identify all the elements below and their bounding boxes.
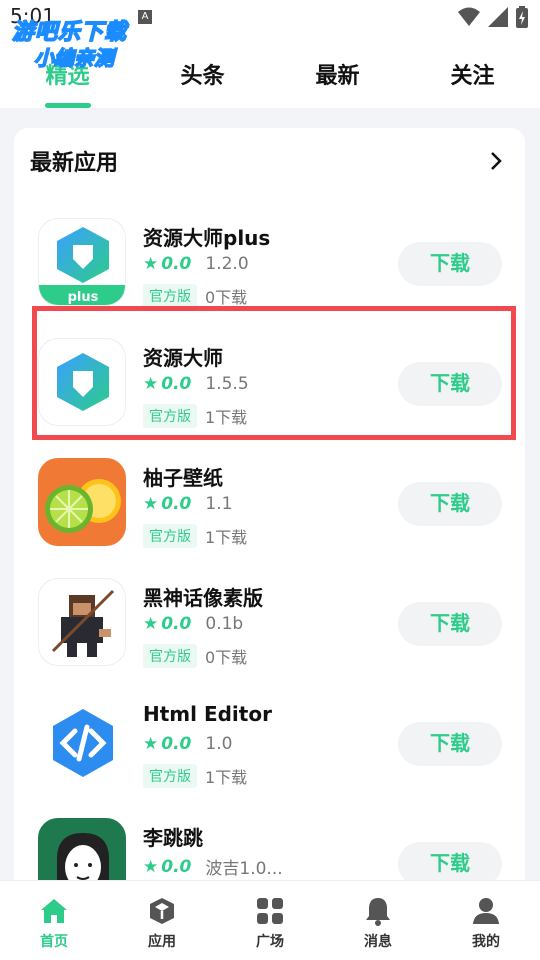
app-meta: 官方版 0下载 — [143, 284, 247, 308]
official-badge: 官方版 — [143, 764, 197, 788]
nav-label: 应用 — [148, 934, 176, 950]
app-version: 1.2.0 — [205, 254, 249, 274]
nav-label: 我的 — [472, 934, 500, 950]
app-score: 0.0 — [161, 734, 192, 754]
app-rating: ★ 0.0 1.1 — [143, 494, 232, 514]
download-button[interactable]: 下载 — [398, 482, 502, 526]
nav-messages[interactable]: 消息 — [324, 881, 432, 960]
status-icons — [458, 6, 528, 28]
app-score: 0.0 — [161, 254, 192, 274]
bottom-nav: 首页 应用 广场 消息 我的 — [0, 880, 540, 960]
resource-master-plus-icon: plus — [39, 227, 125, 305]
star-icon: ★ — [143, 494, 159, 514]
highlight-box — [32, 306, 516, 440]
app-icon-black-myth-pixel — [38, 578, 126, 666]
star-icon: ★ — [143, 856, 159, 877]
star-icon: ★ — [143, 734, 159, 754]
star-icon: ★ — [143, 614, 159, 634]
app-version: 波吉1.0... — [205, 859, 283, 879]
app-row[interactable]: 柚子壁纸 ★ 0.0 1.1 官方版 1下载 下载 — [14, 444, 525, 564]
citrus-icon — [45, 479, 121, 533]
download-button[interactable]: 下载 — [398, 722, 502, 766]
download-button[interactable]: 下载 — [398, 602, 502, 646]
nav-square[interactable]: 广场 — [216, 881, 324, 960]
official-badge: 官方版 — [143, 524, 197, 548]
app-score: 0.0 — [161, 494, 192, 514]
grid-icon — [257, 898, 283, 924]
tab-latest[interactable]: 最新 — [270, 36, 405, 108]
icon-plus-label: plus — [68, 290, 99, 305]
card-header[interactable]: 最新应用 — [14, 128, 525, 194]
latest-apps-card: 最新应用 plus 资源大师plus ★ 0.0 1.2.0 官方版 0下载 下… — [14, 128, 525, 928]
app-row[interactable]: Html Editor ★ 0.0 1.0 官方版 1下载 下载 — [14, 684, 525, 804]
app-rating: ★ 0.0 1.2.0 — [143, 254, 249, 274]
download-button[interactable]: 下载 — [398, 242, 502, 286]
nav-label: 消息 — [364, 934, 392, 950]
app-row[interactable]: 黑神话像素版 ★ 0.0 0.1b 官方版 0下载 下载 — [14, 564, 525, 684]
download-count: 0下载 — [205, 648, 248, 667]
app-name: Html Editor — [143, 702, 272, 726]
chevron-right-icon[interactable] — [485, 150, 507, 172]
app-score: 0.0 — [161, 856, 192, 877]
app-version: 0.1b — [205, 614, 244, 634]
app-meta: 官方版 0下载 — [143, 644, 247, 668]
app-score: 0.0 — [161, 614, 192, 634]
download-count: 1下载 — [205, 528, 248, 547]
star-icon: ★ — [143, 254, 159, 274]
code-icon — [53, 709, 113, 777]
tab-following[interactable]: 关注 — [405, 36, 540, 108]
app-icon-resource-master-plus: plus — [38, 218, 126, 306]
nav-home[interactable]: 首页 — [0, 881, 108, 960]
app-meta: 官方版 1下载 — [143, 764, 247, 788]
app-icon-html-editor — [38, 698, 126, 786]
download-count: 1下载 — [205, 768, 248, 787]
watermark-line-2: 小编亲测 — [33, 45, 115, 71]
pixel-warrior-icon — [51, 589, 115, 657]
app-name: 李跳跳 — [143, 826, 203, 850]
cube-icon — [150, 898, 174, 924]
user-icon — [473, 898, 499, 924]
app-rating: ★ 0.0 1.0 — [143, 734, 232, 754]
bell-icon — [366, 898, 390, 926]
section-title: 最新应用 — [30, 151, 119, 176]
nav-label: 首页 — [40, 934, 68, 950]
nav-profile[interactable]: 我的 — [432, 881, 540, 960]
app-version: 1.1 — [205, 494, 233, 514]
app-meta: 官方版 1下载 — [143, 524, 247, 548]
app-version: 1.0 — [205, 734, 233, 754]
nav-label: 广场 — [256, 934, 284, 950]
wifi-icon — [458, 7, 480, 26]
home-icon — [41, 899, 67, 923]
app-rating: ★ 0.0 波吉1.0... — [143, 854, 283, 880]
app-name: 黑神话像素版 — [143, 586, 263, 610]
download-count: 0下载 — [205, 288, 248, 307]
signal-icon — [488, 7, 508, 27]
app-name: 柚子壁纸 — [143, 466, 223, 490]
battery-icon — [516, 6, 528, 28]
app-name: 资源大师plus — [143, 226, 271, 250]
official-badge: 官方版 — [143, 284, 197, 308]
nav-apps[interactable]: 应用 — [108, 881, 216, 960]
official-badge: 官方版 — [143, 644, 197, 668]
tab-headlines[interactable]: 头条 — [135, 36, 270, 108]
watermark: 游吧乐下载 小编亲测 — [11, 14, 152, 71]
app-rating: ★ 0.0 0.1b — [143, 614, 243, 634]
app-icon-pomelo-wallpaper — [38, 458, 126, 546]
